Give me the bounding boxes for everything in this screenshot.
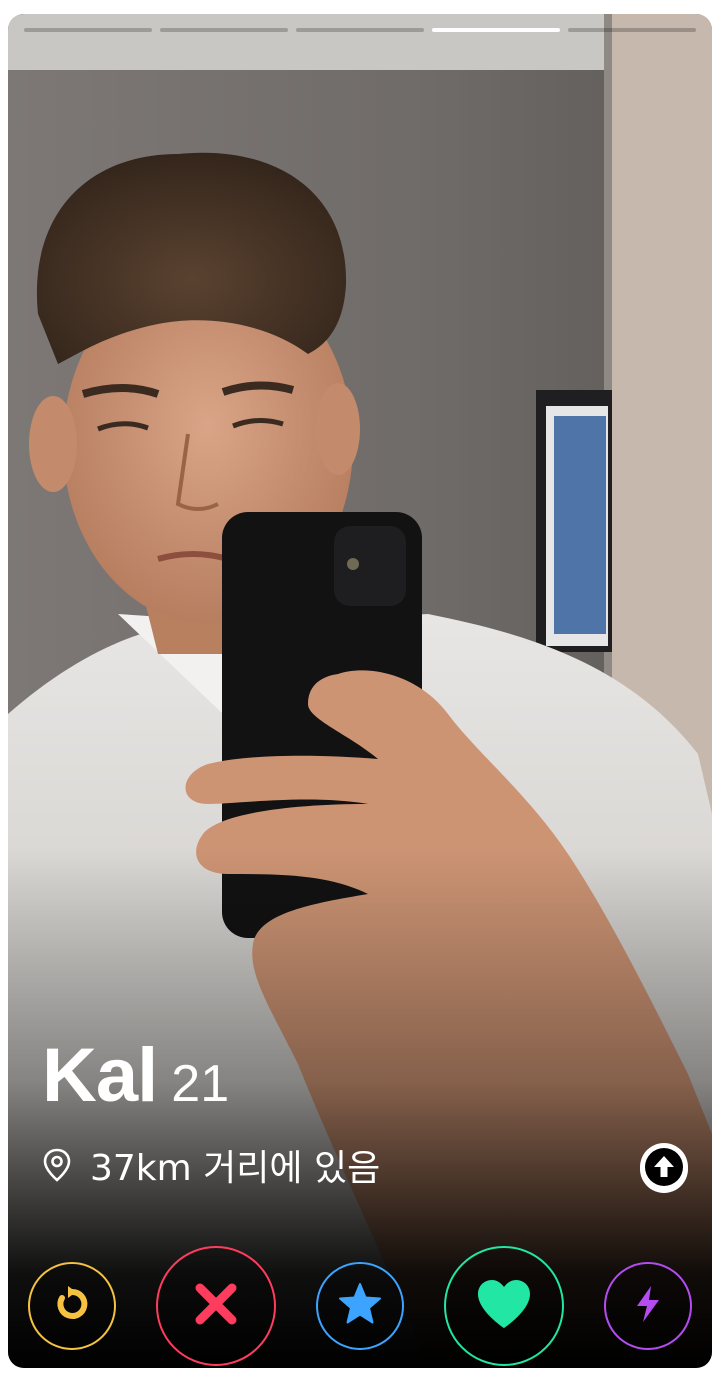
like-button[interactable] — [444, 1246, 564, 1366]
boost-button[interactable] — [604, 1262, 692, 1350]
profile-info[interactable]: Kal 21 37km 거리에 있음 — [42, 1032, 380, 1191]
photo-progress-segment — [296, 28, 424, 32]
expand-profile-button[interactable] — [640, 1143, 688, 1195]
heart-icon — [475, 1278, 533, 1334]
close-x-icon — [192, 1280, 240, 1332]
star-icon — [337, 1281, 383, 1331]
name-age-row: Kal 21 — [42, 1032, 380, 1119]
distance-text: 37km 거리에 있음 — [90, 1148, 381, 1189]
super-like-button[interactable] — [316, 1262, 404, 1350]
arrow-up-icon — [640, 1143, 688, 1195]
photo-progress-segment — [160, 28, 288, 32]
nope-button[interactable] — [156, 1246, 276, 1366]
profile-card[interactable]: Kal 21 37km 거리에 있음 — [8, 14, 712, 1368]
rewind-icon — [50, 1282, 94, 1330]
profile-age: 21 — [171, 1055, 230, 1113]
photo-progress-segment — [568, 28, 696, 32]
lightning-bolt-icon — [633, 1284, 663, 1328]
location-pin-icon — [42, 1148, 72, 1182]
distance-row: 37km 거리에 있음 — [42, 1139, 380, 1191]
action-bar — [8, 1246, 712, 1366]
rewind-button[interactable] — [28, 1262, 116, 1350]
photo-progress-segment — [24, 28, 152, 32]
photo-progress-segment-active — [432, 28, 560, 32]
profile-name: Kal — [42, 1033, 158, 1118]
photo-progress-indicator — [24, 28, 696, 33]
